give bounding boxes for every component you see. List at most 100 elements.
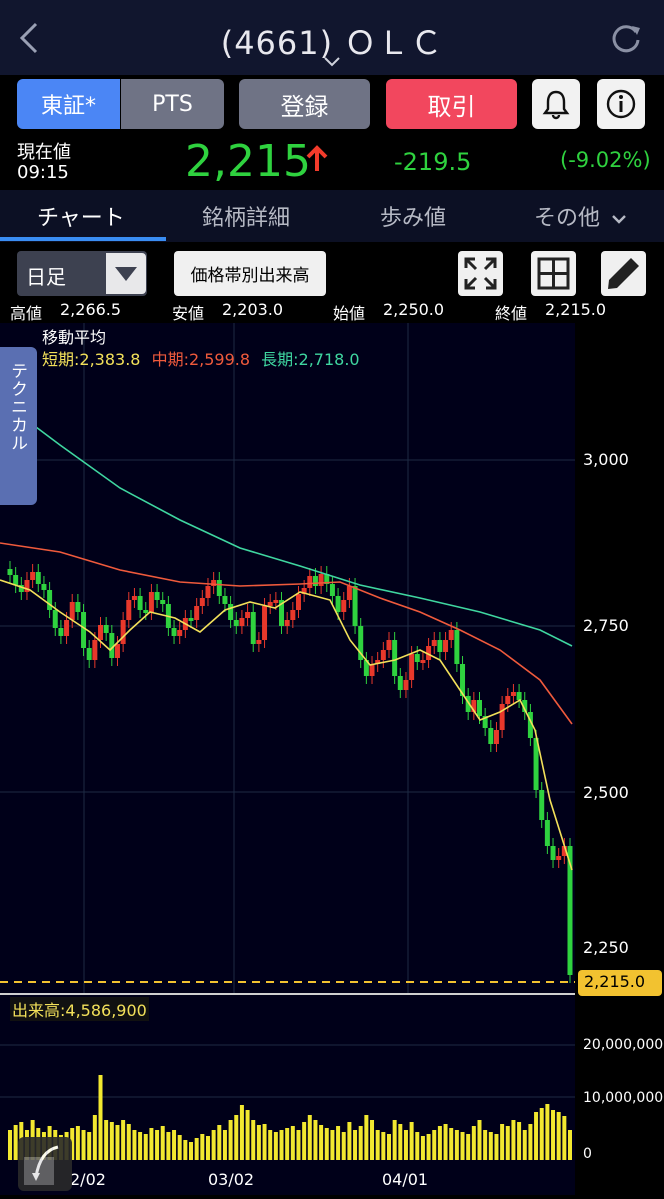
volume-bar: [364, 1115, 369, 1160]
candle-body: [352, 586, 358, 626]
volume-bar: [375, 1130, 380, 1160]
candle-body: [98, 625, 104, 640]
period-dropdown-button[interactable]: [106, 253, 146, 294]
market-pts-button[interactable]: PTS: [121, 79, 224, 129]
volume-bar: [279, 1130, 284, 1160]
price-change: -219.5: [394, 148, 472, 176]
candle-body: [476, 700, 482, 716]
price-axis-tick: 2,250: [583, 938, 629, 957]
price-time: 09:15: [17, 162, 69, 183]
candle-body: [273, 600, 279, 603]
volume-bar: [234, 1115, 239, 1160]
volume-bar: [426, 1134, 431, 1160]
date-axis-tick: 2/02: [70, 1170, 106, 1189]
candle-body: [256, 640, 262, 644]
tab-detail[interactable]: 銘柄詳細: [202, 200, 290, 232]
candle-body: [148, 592, 154, 612]
volume-bar: [273, 1132, 278, 1160]
volume-bar: [437, 1126, 442, 1160]
volume-bar: [143, 1134, 148, 1160]
volume-bar: [500, 1124, 505, 1160]
volume-bar: [511, 1120, 516, 1160]
register-button[interactable]: 登録: [239, 79, 370, 129]
candle-body: [420, 660, 426, 663]
volume-bar: [138, 1132, 143, 1160]
trade-button[interactable]: 取引: [386, 79, 517, 129]
volume-bar: [313, 1120, 318, 1160]
volume-bar: [483, 1130, 488, 1160]
candle-body: [539, 790, 545, 820]
info-button[interactable]: [597, 79, 645, 129]
price-axis-tick: 2,750: [583, 616, 629, 635]
alert-button[interactable]: [532, 79, 580, 129]
candle-body: [52, 610, 58, 628]
volume-bar: [471, 1126, 476, 1160]
last-price-badge-text: 2,215.0: [584, 972, 646, 991]
candlestick-chart[interactable]: [0, 323, 664, 1199]
volume-bar: [302, 1122, 307, 1160]
candle-body: [30, 572, 36, 580]
candle-body: [75, 602, 81, 612]
price-change-percent: (-9.02%): [560, 148, 651, 172]
volume-bar: [534, 1112, 539, 1160]
volume-bar: [177, 1135, 182, 1160]
candle-body: [143, 610, 149, 613]
volume-bar: [239, 1105, 244, 1160]
volume-bar: [556, 1112, 561, 1160]
candle-body: [216, 580, 222, 596]
volume-bar: [505, 1126, 510, 1160]
candle-body: [556, 856, 562, 860]
volume-bar: [189, 1142, 194, 1160]
arrow-up-icon: [306, 145, 328, 171]
ohlc-high: 2,266.5: [60, 300, 122, 319]
moving-average-values: 短期:2,383.8 中期:2,599.8 長期:2,718.0: [42, 346, 360, 370]
date-axis-tick: 03/02: [208, 1170, 255, 1189]
price-axis-tick: 3,000: [583, 450, 629, 469]
volume-bar: [268, 1130, 273, 1160]
volume-bar: [398, 1124, 403, 1160]
refresh-icon[interactable]: [608, 20, 644, 56]
volume-bar: [149, 1128, 154, 1160]
ohlc-low: 2,203.0: [222, 300, 284, 319]
candle-body: [177, 630, 183, 636]
candle-body: [437, 640, 443, 652]
candle-body: [488, 728, 494, 744]
candle-body: [409, 654, 415, 680]
volume-by-price-button[interactable]: 価格帯別出来高: [174, 251, 326, 296]
chevron-down-icon[interactable]: [322, 55, 342, 69]
candle-body: [103, 625, 109, 633]
volume-bar: [251, 1120, 256, 1160]
tab-ticks[interactable]: 歩み値: [380, 200, 446, 232]
candle-body: [493, 730, 499, 744]
moving-average-title: 移動平均: [42, 328, 107, 347]
candle-body: [35, 572, 41, 584]
volume-bar: [403, 1130, 408, 1160]
layout-grid-button[interactable]: [531, 251, 576, 296]
tab-chart[interactable]: チャート: [37, 200, 125, 232]
market-tosho-button[interactable]: 東証*: [17, 79, 120, 129]
candle-body: [550, 846, 556, 860]
volume-label: 出来高:4,586,900: [10, 997, 149, 1021]
tab-other-label: その他: [534, 206, 601, 231]
volume-bar: [228, 1120, 233, 1160]
volume-bar: [92, 1115, 97, 1160]
candle-body: [13, 575, 19, 585]
candle-body: [284, 620, 290, 626]
draw-button[interactable]: [601, 251, 646, 296]
chart-settings-button[interactable]: [18, 1137, 72, 1191]
candle-body: [239, 618, 245, 626]
volume-bar: [341, 1132, 346, 1160]
ma-long: 長期:2,718.0: [261, 350, 360, 369]
triangle-down-icon: [115, 267, 137, 281]
ohlc-high-label: 高値: [10, 304, 43, 323]
candle-body: [58, 628, 64, 636]
candle-body: [199, 598, 205, 606]
fullscreen-button[interactable]: [458, 251, 503, 296]
candle-body: [267, 602, 273, 606]
active-tab-indicator: [0, 237, 166, 241]
volume-bar: [539, 1108, 544, 1160]
current-price-label: 現在値: [17, 142, 71, 163]
technical-tab-label: テクニカル: [7, 362, 27, 452]
tab-other[interactable]: その他: [534, 200, 627, 232]
candle-body: [392, 640, 398, 676]
